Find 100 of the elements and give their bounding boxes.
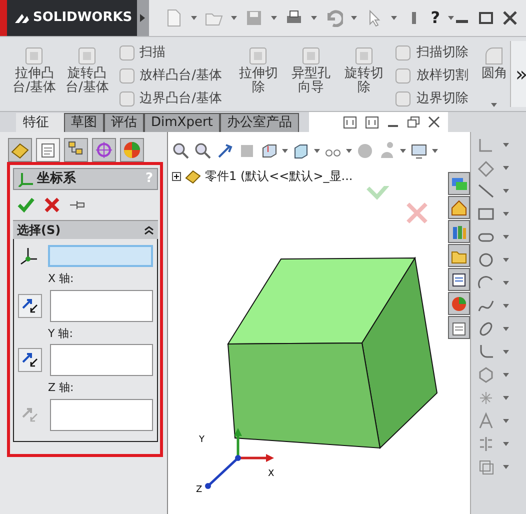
ribbon-command[interactable]: 扫描 [118, 41, 222, 64]
reverse-direction-button[interactable] [18, 294, 42, 318]
ribbon-command[interactable]: 边界切除 [394, 87, 468, 110]
caret-icon[interactable] [350, 16, 357, 20]
panel-tab[interactable] [64, 138, 88, 162]
caret-icon[interactable] [270, 16, 277, 20]
task-pane-tab[interactable] [448, 268, 470, 291]
axis-triad-drawing [205, 428, 274, 489]
ribbon-command[interactable]: 拉伸凸台/基体 [8, 37, 61, 111]
ribbon-command[interactable]: 拉伸切除 [232, 37, 285, 111]
feature-icon [23, 45, 46, 67]
command-tab[interactable]: 特征 [16, 113, 64, 132]
panel-tab[interactable] [8, 138, 32, 162]
home-icon [450, 198, 468, 216]
sketch-icon[interactable] [477, 136, 495, 154]
mirror-icon[interactable] [477, 435, 495, 453]
more-button[interactable]: » [510, 41, 526, 107]
ribbon-command[interactable]: 旋转凸台/基体 [60, 37, 114, 111]
appearance-icon [450, 294, 468, 312]
caret-icon[interactable] [503, 166, 509, 170]
line-icon[interactable] [477, 182, 495, 200]
view-orientation-icon[interactable] [260, 142, 278, 160]
offset-icon[interactable] [477, 458, 495, 476]
feature-icon [118, 44, 136, 62]
caret-icon[interactable] [503, 281, 509, 285]
smart-dimension-icon[interactable] [477, 159, 495, 177]
caret-icon[interactable] [503, 189, 509, 193]
caret-icon[interactable] [314, 149, 320, 153]
expand-menu-button[interactable] [136, 0, 149, 36]
split-view-icon[interactable] [343, 116, 357, 128]
maximize-icon[interactable] [478, 10, 494, 26]
caret-icon[interactable] [390, 16, 397, 20]
panel-tab[interactable] [36, 138, 60, 162]
task-pane-tab[interactable] [448, 316, 470, 339]
panel-tab[interactable] [92, 138, 116, 162]
command-tab[interactable]: 办公室产品 [220, 113, 299, 132]
caret-icon[interactable] [140, 14, 146, 22]
axis-field[interactable] [50, 398, 153, 430]
command-tab[interactable]: 草图 [64, 113, 104, 132]
caret-icon[interactable] [503, 350, 509, 354]
panel-tab[interactable] [120, 138, 144, 162]
restore-icon[interactable] [407, 116, 420, 128]
caret-icon[interactable] [230, 16, 237, 20]
caret-icon[interactable] [400, 149, 406, 153]
caret-icon[interactable] [503, 419, 509, 423]
caret-icon[interactable] [503, 304, 509, 308]
collapse-icon[interactable] [144, 224, 154, 236]
circle-icon[interactable] [477, 251, 495, 269]
ribbon-command[interactable]: 圆角 [478, 37, 510, 111]
close-icon[interactable] [428, 116, 440, 128]
section-header[interactable]: 选择(S) [13, 220, 158, 239]
caret-icon[interactable] [448, 16, 454, 20]
caret-icon[interactable] [310, 16, 317, 20]
arrows-icon [21, 351, 39, 369]
split-view-icon[interactable] [365, 116, 379, 128]
previous-view-icon[interactable] [216, 142, 234, 160]
polygon-icon[interactable] [477, 366, 495, 384]
ellipse-icon[interactable] [477, 320, 495, 338]
axis-field[interactable] [50, 344, 153, 376]
appearance-icon [122, 140, 142, 160]
ribbon-command[interactable]: 旋转切除 [338, 37, 390, 111]
caret-icon[interactable] [503, 373, 509, 377]
close-icon[interactable] [502, 10, 518, 26]
zoom-fit-icon[interactable] [172, 142, 190, 160]
text-icon[interactable] [477, 412, 495, 430]
cancel-icon[interactable] [43, 196, 61, 214]
caret-icon[interactable] [503, 396, 509, 400]
monitor-icon[interactable] [410, 142, 428, 160]
caret-icon[interactable] [190, 16, 197, 20]
reverse-direction-button[interactable] [18, 348, 42, 372]
command-tab[interactable]: DimXpert [144, 113, 220, 132]
ribbon-command[interactable]: 边界凸台/基体 [118, 87, 222, 110]
axis-field[interactable] [50, 290, 153, 322]
feature-icon [394, 66, 412, 84]
caret-icon[interactable] [432, 149, 438, 153]
tree-item[interactable]: 零件1 (默认<<默认>_显... [205, 167, 353, 185]
expand-icon[interactable] [172, 172, 181, 180]
caret-icon[interactable] [282, 149, 288, 153]
ribbon-command[interactable]: 放样切割 [394, 64, 468, 87]
ribbon-command[interactable]: 扫描切除 [394, 41, 468, 64]
ribbon-command[interactable]: 异型孔向导 [284, 37, 338, 111]
caret-icon[interactable] [491, 103, 498, 108]
caret-icon[interactable] [503, 442, 509, 446]
command-tab[interactable]: 评估 [104, 113, 144, 132]
caret-icon[interactable] [503, 465, 509, 469]
caret-icon[interactable] [503, 258, 509, 262]
origin-field[interactable] [48, 245, 153, 267]
ok-icon[interactable] [17, 196, 35, 214]
caret-icon[interactable] [346, 149, 352, 153]
panel-title: 坐标系 [37, 170, 76, 188]
new-document-icon[interactable] [164, 9, 183, 27]
undo-icon[interactable] [324, 9, 343, 27]
help-button[interactable]: ? [430, 6, 440, 30]
caret-icon[interactable] [503, 235, 509, 239]
display-style-icon[interactable] [292, 142, 310, 160]
caret-icon[interactable] [503, 327, 509, 331]
caret-icon[interactable] [503, 212, 509, 216]
ribbon-command[interactable]: 放样凸台/基体 [118, 64, 222, 87]
caret-icon[interactable] [503, 143, 509, 147]
zoom-area-icon[interactable] [194, 142, 212, 160]
